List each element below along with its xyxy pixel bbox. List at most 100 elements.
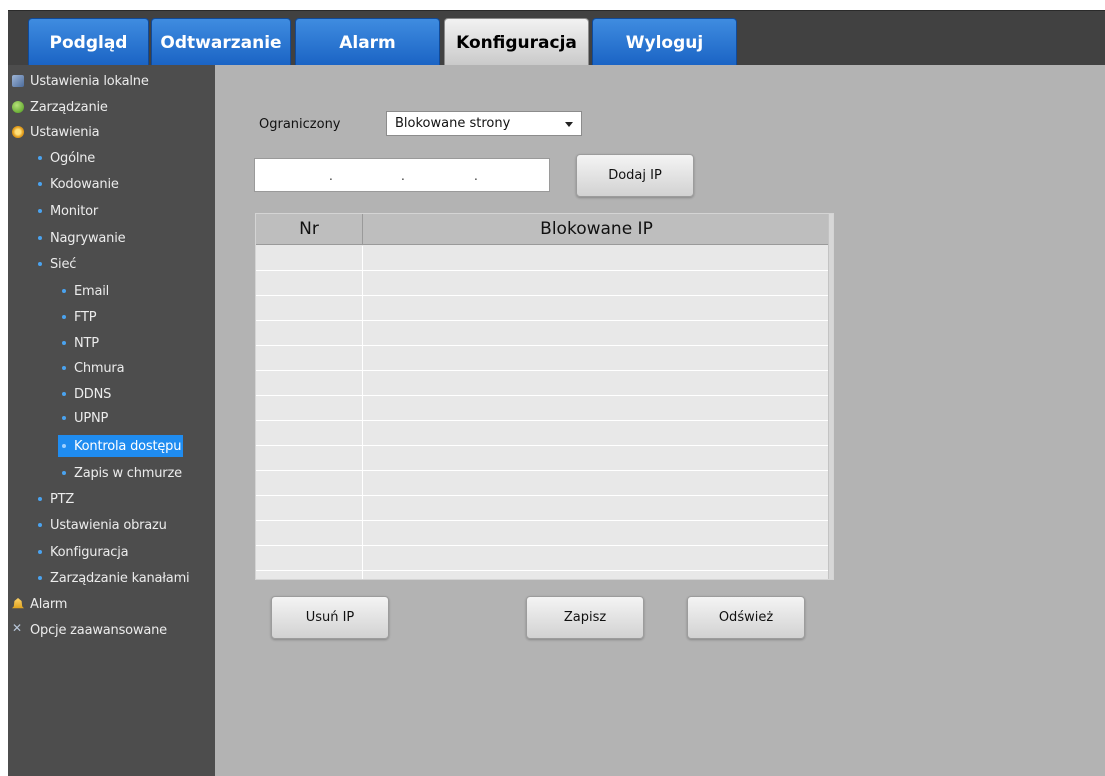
sidebar-item-label: DDNS: [74, 386, 112, 402]
bell-icon: [12, 598, 24, 610]
sidebar-item-label: Ustawienia obrazu: [50, 517, 167, 533]
bullet-icon: [38, 262, 42, 266]
table-row[interactable]: [256, 371, 829, 396]
restrict-mode-select[interactable]: Blokowane strony: [386, 111, 582, 136]
tab-playback[interactable]: Odtwarzanie: [151, 18, 291, 66]
sidebar-item-label: NTP: [74, 335, 99, 351]
bullet-icon: [38, 497, 42, 501]
tools-icon: [12, 621, 24, 636]
sidebar-item-recording[interactable]: Nagrywanie: [38, 228, 126, 248]
sidebar-item-label: Kodowanie: [50, 176, 119, 192]
bullet-icon: [62, 366, 66, 370]
bullet-icon: [38, 209, 42, 213]
info-icon: [12, 101, 24, 113]
sidebar-item-ddns[interactable]: DDNS: [62, 384, 111, 404]
sidebar-item-image-settings[interactable]: Ustawienia obrazu: [38, 515, 167, 535]
sidebar: Ustawienia lokalne Zarządzanie Ustawieni…: [8, 65, 215, 776]
sidebar-item-label: Zarządzanie: [30, 99, 108, 115]
sidebar-item-alarm[interactable]: Alarm: [12, 594, 67, 614]
table-row[interactable]: [256, 271, 829, 296]
tab-alarm[interactable]: Alarm: [295, 18, 440, 66]
bullet-icon: [38, 576, 42, 580]
sidebar-item-label: PTZ: [50, 491, 75, 507]
sidebar-item-label: Sieć: [50, 256, 77, 272]
sidebar-item-email[interactable]: Email: [62, 281, 109, 301]
sidebar-item-configuration[interactable]: Konfiguracja: [38, 542, 129, 562]
sidebar-item-label: Monitor: [50, 203, 99, 219]
ip-separator: .: [474, 169, 478, 183]
sidebar-item-local-settings[interactable]: Ustawienia lokalne: [12, 71, 149, 91]
tab-preview[interactable]: Podgląd: [28, 18, 149, 66]
sidebar-item-label: UPNP: [74, 410, 109, 426]
restrict-label: Ograniczony: [259, 117, 341, 132]
column-header-blocked-ip: Blokowane IP: [540, 219, 653, 239]
table-row[interactable]: [256, 446, 829, 471]
table-row[interactable]: [256, 246, 829, 271]
table-row[interactable]: [256, 346, 829, 371]
monitor-icon: [12, 75, 24, 87]
bullet-icon: [62, 392, 66, 396]
table-row[interactable]: [256, 396, 829, 421]
sidebar-item-cloud-recording[interactable]: Zapis w chmurze: [62, 463, 182, 483]
sidebar-item-label: Kontrola dostępu: [74, 438, 182, 454]
sidebar-item-ntp[interactable]: NTP: [62, 333, 99, 353]
table-row[interactable]: [256, 496, 829, 521]
sidebar-item-monitor[interactable]: Monitor: [38, 201, 98, 221]
sidebar-item-encoding[interactable]: Kodowanie: [38, 174, 119, 194]
blocked-ip-table: Nr Blokowane IP: [255, 213, 834, 580]
ip-address-input[interactable]: . . .: [254, 158, 550, 192]
bullet-icon: [38, 236, 42, 240]
sidebar-item-cloud[interactable]: Chmura: [62, 358, 125, 378]
sidebar-item-advanced-options[interactable]: Opcje zaawansowane: [12, 620, 167, 640]
sidebar-item-label: Konfiguracja: [50, 544, 129, 560]
table-row[interactable]: [256, 421, 829, 446]
delete-ip-button[interactable]: Usuń IP: [271, 596, 389, 639]
refresh-button[interactable]: Odśwież: [687, 596, 805, 639]
bullet-icon: [62, 315, 66, 319]
top-navigation-bar: Podgląd Odtwarzanie Alarm Konfiguracja W…: [8, 10, 1105, 66]
table-row[interactable]: [256, 296, 829, 321]
table-row[interactable]: [256, 471, 829, 496]
sidebar-item-label: Chmura: [74, 360, 125, 376]
bullet-icon: [38, 182, 42, 186]
bullet-icon: [62, 416, 66, 420]
column-header-nr: Nr: [256, 214, 363, 244]
gear-icon: [12, 126, 24, 138]
sidebar-item-label: Ogólne: [50, 150, 96, 166]
sidebar-item-label: FTP: [74, 309, 97, 325]
table-header: Nr Blokowane IP: [256, 214, 830, 245]
table-row[interactable]: [256, 546, 829, 571]
sidebar-item-network[interactable]: Sieć: [38, 254, 76, 274]
bullet-icon: [38, 523, 42, 527]
tab-logout[interactable]: Wyloguj: [592, 18, 737, 66]
sidebar-item-label: Ustawienia: [30, 124, 100, 140]
sidebar-item-label: Email: [74, 283, 110, 299]
save-button[interactable]: Zapisz: [526, 596, 644, 639]
sidebar-item-ftp[interactable]: FTP: [62, 307, 97, 327]
table-row[interactable]: [256, 521, 829, 546]
ip-separator: .: [329, 169, 333, 183]
sidebar-item-access-control[interactable]: Kontrola dostępu: [58, 435, 184, 457]
sidebar-item-management[interactable]: Zarządzanie: [12, 97, 108, 117]
sidebar-item-label: Alarm: [30, 596, 68, 612]
tab-configuration[interactable]: Konfiguracja: [444, 18, 589, 66]
restrict-mode-value: Blokowane strony: [395, 116, 511, 131]
table-row[interactable]: [256, 571, 829, 579]
sidebar-item-label: Opcje zaawansowane: [30, 622, 167, 638]
sidebar-item-ptz[interactable]: PTZ: [38, 489, 74, 509]
sidebar-item-label: Zapis w chmurze: [74, 465, 182, 481]
bullet-icon: [62, 471, 66, 475]
main-content: Ograniczony Blokowane strony . . . Dodaj…: [215, 65, 1105, 776]
bullet-icon: [62, 341, 66, 345]
sidebar-item-upnp[interactable]: UPNP: [62, 408, 108, 428]
sidebar-item-settings[interactable]: Ustawienia: [12, 122, 100, 142]
bullet-icon: [62, 289, 66, 293]
sidebar-item-label: Zarządzanie kanałami: [50, 570, 190, 586]
sidebar-item-general[interactable]: Ogólne: [38, 148, 95, 168]
sidebar-item-channel-management[interactable]: Zarządzanie kanałami: [38, 568, 190, 588]
chevron-down-icon: [565, 122, 573, 127]
sidebar-item-label: Ustawienia lokalne: [30, 73, 149, 89]
add-ip-button[interactable]: Dodaj IP: [576, 154, 694, 197]
table-scrollbar[interactable]: [828, 214, 833, 579]
table-row[interactable]: [256, 321, 829, 346]
